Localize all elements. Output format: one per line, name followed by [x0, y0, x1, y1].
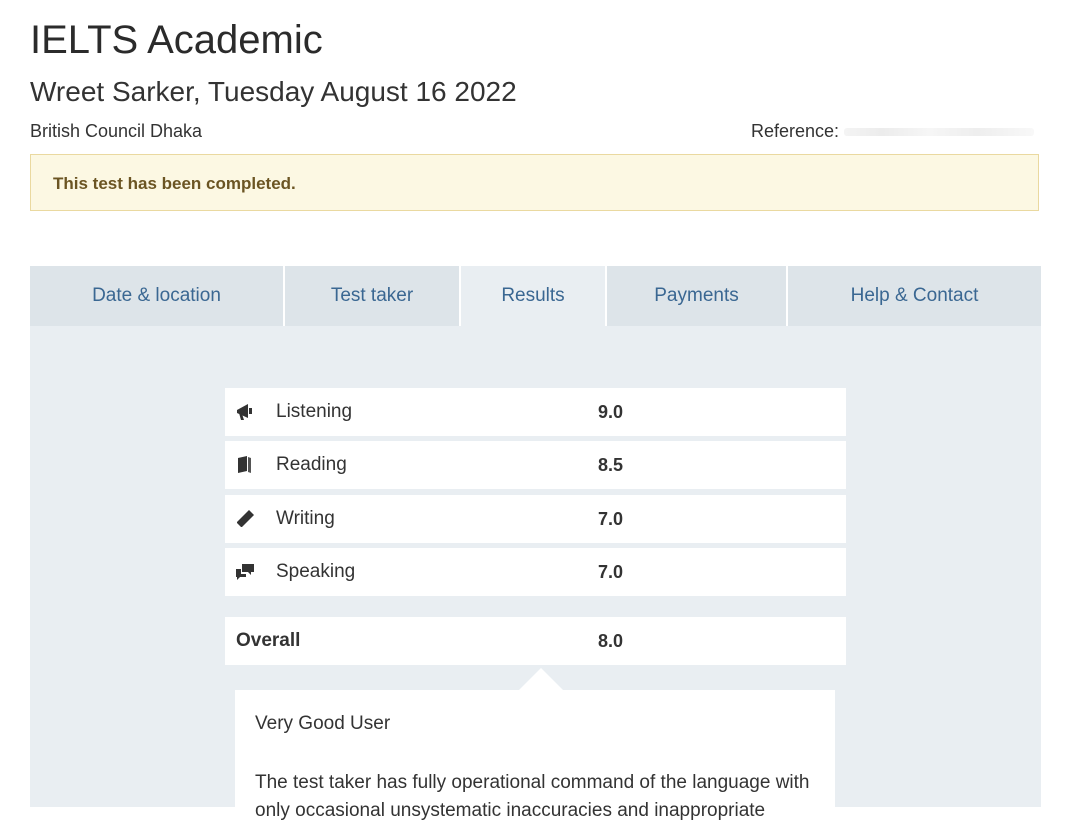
tab-label: Date & location	[92, 285, 221, 306]
tab-bar: Date & location Test taker Results Payme…	[30, 266, 1041, 326]
tab-help-contact[interactable]: Help & Contact	[788, 266, 1041, 326]
overall-score: 8.0	[598, 631, 624, 651]
test-centre: British Council Dhaka	[30, 121, 203, 141]
alert-message: This test has been completed.	[53, 174, 296, 193]
band-title: Very Good User	[255, 713, 391, 734]
skill-score: 9.0	[598, 402, 624, 422]
skill-label: Listening	[276, 401, 353, 422]
tab-label: Results	[501, 285, 565, 306]
tab-date-location[interactable]: Date & location	[30, 266, 285, 326]
band-description-box: Very Good User The test taker has fully …	[235, 668, 835, 830]
score-row-overall: Overall 8.0	[225, 617, 846, 665]
candidate-subtitle: Wreet Sarker, Tuesday August 16 2022	[30, 76, 517, 107]
skill-label: Reading	[276, 454, 347, 475]
completed-alert: This test has been completed.	[30, 154, 1039, 211]
callout-arrow	[519, 668, 563, 690]
overall-label: Overall	[236, 630, 301, 651]
reference: Reference:	[751, 120, 1051, 142]
reference-value-redacted	[844, 128, 1035, 137]
skill-label: Speaking	[276, 561, 356, 582]
tab-label: Test taker	[330, 285, 414, 306]
skill-score: 8.5	[598, 455, 624, 475]
score-row-speaking: Speaking 7.0	[225, 548, 846, 596]
results-panel: Listening 9.0 Reading 8.5 Writing 7.0 Sp…	[30, 326, 1041, 830]
page-title: IELTS Academic	[30, 18, 323, 62]
band-description: The test taker has fully operational com…	[255, 772, 810, 821]
skill-score: 7.0	[598, 509, 624, 529]
score-row-writing: Writing 7.0	[225, 495, 846, 543]
tab-payments[interactable]: Payments	[607, 266, 788, 326]
pencil-icon	[237, 510, 254, 527]
tab-label: Help & Contact	[850, 285, 979, 306]
score-row-listening: Listening 9.0	[225, 388, 846, 436]
skill-label: Writing	[276, 508, 335, 529]
skill-score: 7.0	[598, 562, 624, 582]
score-row-reading: Reading 8.5	[225, 441, 846, 489]
tab-test-taker[interactable]: Test taker	[285, 266, 461, 326]
tab-label: Payments	[654, 285, 739, 306]
speech-bubbles-icon	[236, 564, 254, 580]
tab-results[interactable]: Results	[461, 266, 607, 326]
reference-label: Reference:	[751, 121, 840, 141]
book-icon	[238, 456, 251, 473]
megaphone-icon	[237, 404, 252, 420]
